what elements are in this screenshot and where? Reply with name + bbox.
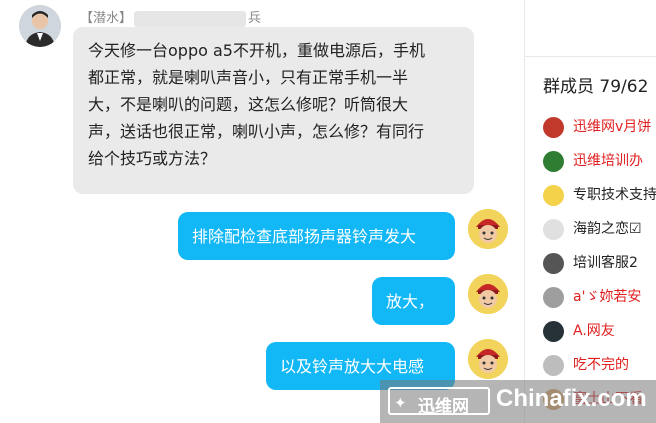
watermark-logo: ✦ 迅维网: [388, 387, 490, 417]
watermark-cn: 迅维网: [418, 397, 469, 417]
member-avatar: [543, 151, 564, 172]
member-name: A.网友: [573, 323, 615, 339]
sender-tag: 【潜水】: [80, 11, 133, 26]
member-avatar: [543, 117, 564, 138]
divider: [525, 56, 656, 57]
my-avatar[interactable]: [468, 209, 508, 249]
member-avatar: [543, 219, 564, 240]
member-item[interactable]: 培训客服2: [543, 250, 656, 276]
member-name: 吃不完的: [573, 357, 629, 373]
member-item[interactable]: A.网友: [543, 318, 656, 344]
member-avatar: [543, 355, 564, 376]
watermark-logo-icon: ✦: [394, 394, 407, 412]
message-line: 都正常，就是喇叭声音小，只有正常手机一半: [88, 68, 409, 87]
message-line: 大，不是喇叭的问题，这怎么修呢？听筒很大: [88, 95, 409, 114]
sender-suffix: 兵: [248, 11, 262, 26]
member-name: 专职技术支持: [573, 187, 656, 203]
member-item[interactable]: 吃不完的: [543, 352, 656, 378]
member-item[interactable]: 专职技术支持: [543, 182, 656, 208]
members-title: 群成员 79/62: [543, 77, 649, 97]
message-line: 声，送话也很正常，喇叭小声，怎么修？有同行: [88, 122, 425, 141]
member-item[interactable]: a'ゞ妳若安: [543, 284, 656, 310]
outgoing-message-bubble[interactable]: 排除配检查底部扬声器铃声发大: [178, 212, 455, 260]
incoming-message-bubble[interactable]: 今天修一台oppo a5不开机，重做电源后，手机 都正常，就是喇叭声音小，只有正…: [73, 27, 474, 194]
my-avatar[interactable]: [468, 339, 508, 379]
chat-panel: 【潜水】 兵 今天修一台oppo a5不开机，重做电源后，手机 都正常，就是喇叭声…: [0, 0, 524, 423]
member-avatar: [543, 287, 564, 308]
member-name: 迅维网v月饼: [573, 119, 652, 135]
watermark: ✦ 迅维网 Chinafix.com: [380, 380, 656, 423]
member-avatar: [543, 321, 564, 342]
message-line: 给个技巧或方法？: [88, 149, 217, 168]
message-line: 今天修一台oppo a5不开机，重做电源后，手机: [88, 41, 425, 60]
member-name: 迅维培训办: [573, 153, 643, 169]
member-avatar: [543, 253, 564, 274]
watermark-en: Chinafix.com: [496, 385, 647, 412]
sender-avatar[interactable]: [19, 5, 61, 47]
outgoing-message-bubble[interactable]: 放大，: [372, 277, 455, 325]
my-avatar[interactable]: [468, 274, 508, 314]
member-name: a'ゞ妳若安: [573, 289, 642, 305]
sender-name: 【潜水】 兵: [80, 7, 261, 27]
member-item[interactable]: 迅维培训办: [543, 148, 656, 174]
member-name: 培训客服2: [573, 255, 638, 271]
member-avatar: [543, 185, 564, 206]
member-item[interactable]: 迅维网v月饼: [543, 114, 656, 140]
member-item[interactable]: 海韵之恋☑: [543, 216, 656, 242]
sender-name-redacted: [134, 10, 247, 27]
member-name: 海韵之恋☑: [573, 221, 642, 237]
